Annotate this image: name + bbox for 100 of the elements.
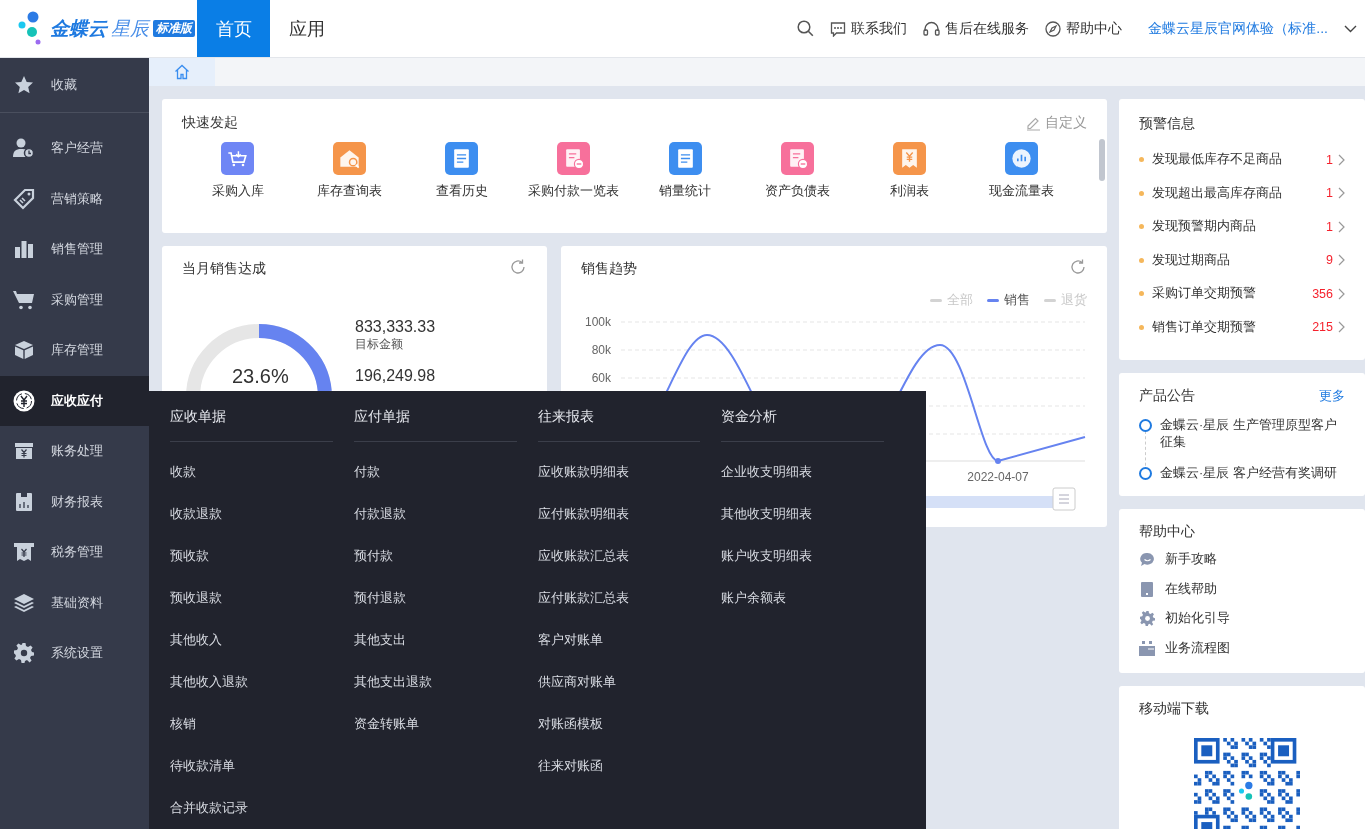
menu-item[interactable]: 预收退款 [170, 577, 333, 619]
quick-action[interactable]: 采购付款一览表 [517, 142, 630, 200]
menu-item[interactable]: 其他支出退款 [353, 661, 517, 703]
menu-item[interactable]: 往来对账函 [537, 745, 701, 787]
help-link[interactable]: 新手攻略 [1165, 551, 1217, 569]
quick-action[interactable]: 采购入库 [182, 142, 294, 200]
sidebar-item[interactable]: 应收应付 [0, 375, 149, 426]
chevron-right-icon[interactable] [1338, 321, 1345, 334]
bullet-dot [1139, 324, 1144, 330]
axis-label: 2022-04-07 [967, 470, 1029, 484]
quick-action[interactable]: 利润表 [853, 142, 966, 200]
warning-item[interactable]: 采购订单交期预警 [1152, 285, 1313, 303]
sidebar-item[interactable]: 销售管理 [0, 224, 149, 275]
nav-tab[interactable]: 首页 [197, 0, 270, 57]
menu-item[interactable]: 其他收支明细表 [721, 493, 884, 535]
sidebar-item[interactable]: 基础资料 [0, 577, 149, 628]
home-tab[interactable] [149, 58, 215, 86]
menu-group-title: 应收单据 [170, 391, 333, 442]
percent-value: 23.6% [232, 365, 289, 387]
layers-icon [13, 592, 35, 613]
header-link[interactable]: 联系我们 [830, 19, 908, 38]
quick-action[interactable]: 销量统计 [629, 142, 742, 200]
warning-item[interactable]: 发现预警期内商品 [1152, 218, 1327, 236]
warning-count: 1 [1326, 152, 1333, 167]
search-icon[interactable] [797, 20, 815, 37]
sidebar-item[interactable]: 营销策略 [0, 173, 149, 224]
menu-item[interactable]: 资金转账单 [353, 703, 517, 745]
legend-item[interactable]: 销售 [987, 291, 1030, 309]
menu-item[interactable]: 应收账款汇总表 [537, 535, 701, 577]
menu-item[interactable]: 收款退款 [170, 493, 333, 535]
chevron-right-icon[interactable] [1338, 153, 1345, 166]
menu-item[interactable]: 企业收支明细表 [721, 451, 884, 493]
refresh-icon[interactable] [1069, 258, 1087, 276]
header-link[interactable]: 售后在线服务 [923, 19, 1030, 38]
sidebar-item[interactable]: 系统设置 [0, 628, 149, 679]
quick-action[interactable]: 库存查询表 [293, 142, 406, 200]
menu-item[interactable]: 预付退款 [353, 577, 517, 619]
sidebar-item[interactable]: 客户经营 [0, 123, 149, 174]
menu-item[interactable]: 供应商对账单 [537, 661, 701, 703]
sidebar-item[interactable]: 采购管理 [0, 274, 149, 325]
menu-item[interactable]: 其他收入 [170, 619, 333, 661]
menu-item[interactable]: 应付账款汇总表 [537, 577, 701, 619]
target-amount: 833,333.33 [355, 318, 436, 336]
menu-item[interactable]: 对账函模板 [537, 703, 701, 745]
menu-item[interactable]: 预付款 [353, 535, 517, 577]
bar-chart-icon [14, 239, 34, 260]
caret-icon[interactable] [1344, 24, 1357, 33]
help-link[interactable]: 在线帮助 [1165, 580, 1217, 598]
warning-item[interactable]: 发现超出最高库存商品 [1152, 184, 1327, 202]
menu-item[interactable]: 其他收入退款 [170, 661, 333, 703]
warning-item[interactable]: 销售订单交期预警 [1152, 318, 1313, 336]
menu-item[interactable]: 账户余额表 [721, 577, 884, 619]
quick-action[interactable]: 查看历史 [405, 142, 518, 200]
menu-item[interactable]: 付款 [353, 451, 517, 493]
yuan-box-icon [14, 441, 34, 462]
help-link[interactable]: 初始化引导 [1165, 610, 1230, 628]
menu-item[interactable]: 合并收款记录 [170, 787, 333, 829]
sidebar-item[interactable]: 财务报表 [0, 476, 149, 527]
announcement-link[interactable]: 金蝶云·星辰 客户经营有奖调研 [1160, 465, 1337, 482]
menu-item[interactable]: 应收账款明细表 [537, 451, 701, 493]
menu-item[interactable]: 核销 [170, 703, 333, 745]
menu-item[interactable]: 账户收支明细表 [721, 535, 884, 577]
sidebar-item[interactable]: 库存管理 [0, 325, 149, 376]
sidebar-item[interactable]: 收藏 [0, 58, 149, 113]
axis-label: 100k [584, 315, 611, 329]
chevron-right-icon[interactable] [1338, 287, 1345, 300]
timeline-dot [1139, 419, 1152, 432]
quick-action[interactable]: 资产负债表 [741, 142, 854, 200]
refresh-icon[interactable] [509, 258, 527, 276]
nav-tab[interactable]: 应用 [270, 0, 343, 57]
more-link[interactable]: 更多 [1319, 387, 1345, 405]
zoom-slider-track[interactable] [926, 496, 1053, 508]
chevron-right-icon[interactable] [1338, 220, 1345, 233]
menu-item[interactable]: 付款退款 [353, 493, 517, 535]
axis-label: 80k [591, 343, 611, 357]
card-title: 帮助中心 [1139, 523, 1196, 541]
announcement-link[interactable]: 金蝶云·星辰 生产管理原型客户征集 [1160, 417, 1345, 451]
warning-item[interactable]: 发现最低库存不足商品 [1152, 151, 1327, 169]
warning-item[interactable]: 发现过期商品 [1152, 251, 1327, 269]
menu-item[interactable]: 其他支出 [353, 619, 517, 661]
bullet-dot [1139, 157, 1144, 163]
card-title: 快速发起 [182, 114, 238, 132]
zoom-handle[interactable] [1052, 487, 1076, 511]
help-link[interactable]: 业务流程图 [1165, 639, 1230, 657]
sidebar-item[interactable]: 税务管理 [0, 527, 149, 578]
quick-action[interactable]: 现金流量表 [965, 142, 1077, 200]
menu-item[interactable]: 收款 [170, 451, 333, 493]
menu-item[interactable]: 待收款清单 [170, 745, 333, 787]
menu-item[interactable]: 客户对账单 [537, 619, 701, 661]
amount-label: 目标金额 [355, 336, 404, 353]
scrollbar[interactable] [1099, 139, 1105, 181]
menu-item[interactable]: 应付账款明细表 [537, 493, 701, 535]
sidebar-item[interactable]: 账务处理 [0, 426, 149, 477]
account-name[interactable]: 金蝶云星辰官网体验（标准... [1148, 19, 1328, 38]
menu-item[interactable]: 预收款 [170, 535, 333, 577]
chevron-right-icon[interactable] [1338, 254, 1345, 267]
settings-icon [14, 643, 34, 664]
chevron-right-icon[interactable] [1338, 187, 1345, 200]
report-icon [15, 491, 33, 512]
header-link[interactable]: 帮助中心 [1045, 19, 1123, 38]
